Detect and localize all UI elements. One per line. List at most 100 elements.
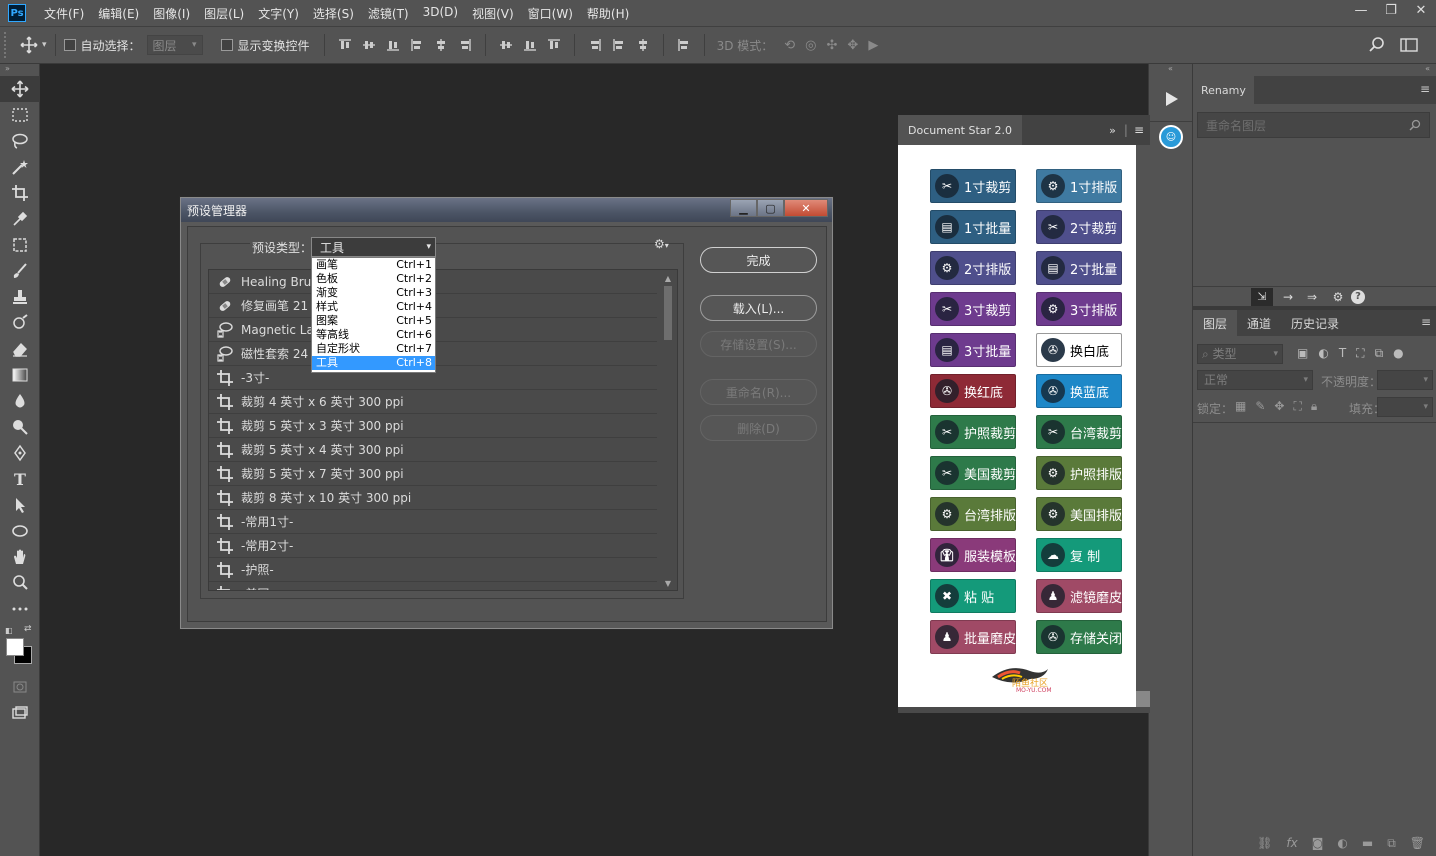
dstar-button[interactable]: ✂ 1寸裁剪 xyxy=(930,169,1016,203)
stamp-tool-icon[interactable] xyxy=(0,284,40,310)
menu-item[interactable]: 窗口(W) xyxy=(528,5,573,22)
dialog-maximize-button[interactable]: ▢ xyxy=(757,199,784,217)
blend-mode-dropdown[interactable]: 正常 ▾ xyxy=(1197,370,1313,390)
dstar-button[interactable]: ✂ 台湾裁剪 xyxy=(1036,415,1122,449)
fill-field[interactable]: ▾ xyxy=(1377,397,1433,417)
dstar-button[interactable]: ✂ 美国裁剪 xyxy=(930,456,1016,490)
rename-button[interactable]: 重命名(R)... xyxy=(700,379,817,405)
dstar-button[interactable]: ⚙ 护照排版 xyxy=(1036,456,1122,490)
dstar-button[interactable]: ✇ 存储关闭 xyxy=(1036,620,1122,654)
search-icon[interactable] xyxy=(1368,36,1386,57)
close-window-button[interactable]: ✕ xyxy=(1406,0,1436,20)
distribute-hcenter-icon[interactable] xyxy=(612,38,626,52)
options-grip[interactable] xyxy=(4,32,10,58)
dstar-button[interactable]: ⚙ 美国排版 xyxy=(1036,497,1122,531)
dstar-button[interactable]: 👔︎ 服装模板 xyxy=(930,538,1016,572)
workspace-icon[interactable] xyxy=(1400,37,1418,56)
mask-icon[interactable]: ◙ xyxy=(1312,836,1324,856)
collapse-strip-icon[interactable]: « xyxy=(1149,64,1192,76)
preset-list-scrollbar[interactable]: ▲ ▼ xyxy=(661,274,675,588)
lock-artboard-icon[interactable]: ⛶ xyxy=(1293,399,1301,414)
dstar-button[interactable]: ✇ 换红底 xyxy=(930,374,1016,408)
menu-item[interactable]: 帮助(H) xyxy=(587,5,629,22)
dstar-button[interactable]: ♟ 批量磨皮 xyxy=(930,620,1016,654)
lock-position-icon[interactable]: ✥ xyxy=(1274,399,1284,414)
filter-pixel-icon[interactable]: ▣ xyxy=(1297,346,1308,361)
trash-icon[interactable]: 🗑︎ xyxy=(1410,836,1425,856)
lock-all-icon[interactable]: 🔒︎ xyxy=(1311,399,1317,414)
dropdown-option[interactable]: 图案 Ctrl+5 xyxy=(312,314,435,328)
align-right-icon[interactable] xyxy=(458,38,472,52)
expand-icon[interactable]: » xyxy=(1109,124,1116,137)
dropdown-option[interactable]: 样式 Ctrl+4 xyxy=(312,300,435,314)
align-top-icon[interactable] xyxy=(338,38,352,52)
layers-menu-icon[interactable]: ≡ xyxy=(1421,315,1431,329)
filter-toggle-icon[interactable]: ● xyxy=(1393,346,1403,361)
dstar-button[interactable]: ▤ 3寸批量 xyxy=(930,333,1016,367)
settings-gear-icon[interactable]: ⚙▾ xyxy=(654,237,669,251)
preset-list-item[interactable]: 裁剪 5 英寸 x 7 英寸 300 ppi xyxy=(209,462,657,486)
dropdown-option[interactable]: 渐变 Ctrl+3 xyxy=(312,286,435,300)
adjustment-icon[interactable]: ◐ xyxy=(1337,836,1347,856)
dstar-button[interactable]: ⚙ 1寸排版 xyxy=(1036,169,1122,203)
tab-layers[interactable]: 图层 xyxy=(1193,310,1238,336)
fx-icon[interactable]: fx xyxy=(1286,836,1297,856)
ellipse-tool-icon[interactable] xyxy=(0,518,40,544)
dropdown-option[interactable]: 色板 Ctrl+2 xyxy=(312,272,435,286)
play-icon[interactable] xyxy=(1149,76,1193,122)
dropdown-option[interactable]: 自定形状 Ctrl+7 xyxy=(312,342,435,356)
filter-smart-icon[interactable]: ⧉ xyxy=(1375,346,1384,361)
menu-item[interactable]: 3D(D) xyxy=(423,5,458,22)
history-brush-icon[interactable] xyxy=(0,310,40,336)
filter-type-icon[interactable]: T xyxy=(1339,346,1346,361)
preset-list-item[interactable]: 裁剪 5 英寸 x 4 英寸 300 ppi xyxy=(209,438,657,462)
lock-pixels-icon[interactable]: ✎ xyxy=(1255,399,1265,414)
distribute-top-icon[interactable] xyxy=(499,38,513,52)
menu-item[interactable]: 滤镜(T) xyxy=(368,5,409,22)
dstar-button[interactable]: ✂ 3寸裁剪 xyxy=(930,292,1016,326)
scale-3d-icon[interactable]: ▶ xyxy=(868,38,878,53)
align-hcenter-icon[interactable] xyxy=(434,38,448,52)
restore-button[interactable]: ❐ xyxy=(1376,0,1406,20)
document-star-icon[interactable]: ☺ xyxy=(1149,122,1193,152)
distribute-vcenter-icon[interactable] xyxy=(523,38,537,52)
eyedropper-icon[interactable] xyxy=(0,206,40,232)
link-icon[interactable]: ⛓ xyxy=(1257,836,1272,856)
orbit-3d-icon[interactable]: ⟲ xyxy=(784,38,795,53)
auto-align-icon[interactable] xyxy=(677,38,691,52)
dstar-button[interactable]: ⚙ 台湾排版 xyxy=(930,497,1016,531)
layer-filter-dropdown[interactable]: ⌕ 类型 ▾ xyxy=(1197,344,1283,364)
preset-list-item[interactable]: 裁剪 5 英寸 x 3 英寸 300 ppi xyxy=(209,414,657,438)
default-colors-icon[interactable]: ◧ xyxy=(5,626,13,635)
panel-menu-icon[interactable]: ≡ xyxy=(1420,82,1430,96)
hand-tool-icon[interactable] xyxy=(0,544,40,570)
swap-colors-icon[interactable]: ⇄ xyxy=(24,624,32,634)
collapse-tools-icon[interactable]: » xyxy=(0,64,39,76)
dstar-button[interactable]: ♟ 滤镜磨皮 xyxy=(1036,579,1122,613)
menu-item[interactable]: 图像(I) xyxy=(153,5,190,22)
roll-3d-icon[interactable]: ◎ xyxy=(805,38,816,53)
distribute-left-icon[interactable] xyxy=(588,38,602,52)
dstar-button[interactable]: ✇ 换蓝底 xyxy=(1036,374,1122,408)
pan-3d-icon[interactable]: ✣ xyxy=(827,38,838,53)
preset-list-item[interactable]: -护照- xyxy=(209,558,657,582)
zoom-tool-icon[interactable] xyxy=(0,570,40,596)
dstar-button[interactable]: ✂ 2寸裁剪 xyxy=(1036,210,1122,244)
dstar-button[interactable]: ⚙ 3寸排版 xyxy=(1036,292,1122,326)
gradient-tool-icon[interactable] xyxy=(0,362,40,388)
dstar-button[interactable]: ✖ 粘 贴 xyxy=(930,579,1016,613)
lock-transparent-icon[interactable]: ▦ xyxy=(1235,399,1246,414)
pen-tool-icon[interactable] xyxy=(0,440,40,466)
dstar-button[interactable]: ▤ 1寸批量 xyxy=(930,210,1016,244)
dropdown-option[interactable]: 画笔 Ctrl+1 xyxy=(312,258,435,272)
screen-mode-icon[interactable] xyxy=(0,700,40,726)
dialog-close-button[interactable]: ✕ xyxy=(784,199,828,217)
align-bottom-icon[interactable] xyxy=(386,38,400,52)
opacity-field[interactable]: ▾ xyxy=(1377,370,1433,390)
menu-item[interactable]: 编辑(E) xyxy=(98,5,139,22)
slide-3d-icon[interactable]: ✥ xyxy=(847,38,858,53)
align-left-icon[interactable] xyxy=(410,38,424,52)
dodge-tool-icon[interactable] xyxy=(0,414,40,440)
quick-mask-icon[interactable] xyxy=(0,674,40,700)
menu-item[interactable]: 文字(Y) xyxy=(258,5,299,22)
